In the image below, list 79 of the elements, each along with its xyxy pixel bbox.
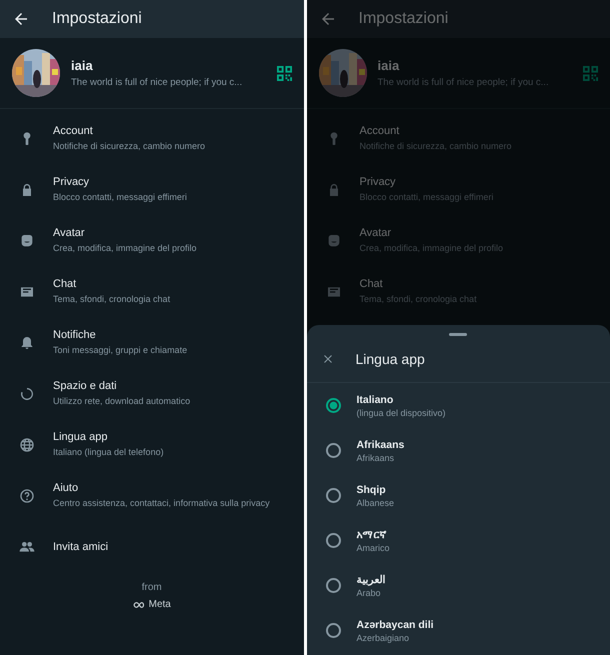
language-name: Shqip (356, 484, 387, 496)
language-name: አማርኛ (356, 528, 388, 540)
settings-item[interactable]: Account Notifiche di sicurezza, cambio numero (306, 113, 610, 164)
item-subtitle: Notifiche di sicurezza, cambio numero (360, 140, 512, 152)
brand-name: Meta (148, 599, 171, 610)
bell-icon (19, 334, 35, 350)
settings-item[interactable]: Chat Tema, sfondi, cronologia chat (0, 266, 304, 317)
radio-button[interactable] (326, 623, 340, 638)
settings-item[interactable]: Avatar Crea, modifica, immagine del profilo (306, 215, 610, 266)
item-subtitle: Blocco contatti, messaggi effimeri (360, 191, 494, 203)
language-detail: (lingua del dispositivo) (356, 408, 446, 418)
language-detail: Amarico (356, 542, 390, 552)
profile-name: iaia (71, 58, 94, 73)
item-title: Chat (360, 278, 384, 290)
globe-icon (19, 436, 35, 452)
settings-item[interactable]: Privacy Blocco contatti, messaggi effimeri (306, 164, 610, 215)
drag-handle[interactable] (449, 333, 468, 336)
settings-item[interactable]: Privacy Blocco contatti, messaggi effimeri (0, 164, 304, 215)
item-title: Avatar (360, 227, 392, 239)
settings-item[interactable]: Account Notifiche di sicurezza, cambio numero (0, 113, 304, 164)
language-name: Azərbaycan dili (356, 618, 434, 630)
settings-item[interactable]: Chat Tema, sfondi, cronologia chat (306, 266, 610, 317)
item-title: Invita amici (53, 540, 108, 552)
settings-item[interactable]: Spazio e dati Utilizzo rete, download automatico (0, 368, 304, 419)
radio-button[interactable] (326, 443, 340, 458)
language-detail: Azerbaigiano (356, 632, 410, 642)
settings-item[interactable]: Aiuto Centro assistenza, contattaci, informativa sulla privacy (0, 470, 304, 521)
settings-item[interactable]: Avatar Crea, modifica, immagine del profilo (0, 215, 304, 266)
item-title: Spazio e dati (53, 380, 118, 392)
item-title: Account (53, 125, 94, 137)
language-option[interactable]: Italiano (lingua del dispositivo) (306, 383, 610, 428)
item-subtitle: Blocco contatti, messaggi effimeri (53, 191, 187, 203)
screen-title: Impostazioni (52, 10, 142, 28)
item-title: Notifiche (53, 329, 97, 341)
radio-button[interactable] (326, 578, 340, 593)
item-subtitle: Crea, modifica, immagine del profilo (53, 242, 197, 254)
item-title: Privacy (360, 176, 397, 188)
settings-item[interactable]: Notifiche Toni messaggi, gruppi e chiamate (0, 317, 304, 368)
language-name: Italiano (356, 394, 394, 406)
language-detail: Afrikaans (356, 452, 396, 462)
language-option[interactable]: Shqip Albanese (306, 473, 610, 518)
profile-status: The world is full of nice people; if you c... (378, 77, 550, 88)
item-subtitle: Toni messaggi, gruppi e chiamate (53, 344, 188, 356)
language-detail: Albanese (356, 498, 394, 508)
language-name: Afrikaans (356, 438, 404, 450)
item-title: Privacy (53, 176, 90, 188)
language-name: العربية (356, 573, 386, 586)
item-subtitle: Notifiche di sicurezza, cambio numero (53, 140, 206, 152)
item-subtitle: Italiano (lingua del telefono) (53, 446, 164, 458)
help-icon (19, 488, 35, 504)
screen-title: Impostazioni (358, 10, 448, 28)
language-option[interactable]: አማርኛ Amarico (306, 518, 610, 563)
infinity-icon (132, 600, 147, 608)
settings-item[interactable]: Lingua app Italiano (lingua del telefono) (0, 419, 304, 470)
radio-button[interactable] (326, 533, 340, 548)
item-subtitle: Tema, sfondi, cronologia chat (360, 293, 477, 305)
language-option[interactable]: Afrikaans Afrikaans (306, 428, 610, 473)
item-subtitle: Centro assistenza, contattaci, informativa sulla privacy (53, 497, 270, 509)
item-subtitle: Tema, sfondi, cronologia chat (53, 293, 170, 305)
item-title: Account (360, 125, 400, 137)
item-title: Lingua app (53, 431, 108, 443)
item-subtitle: Utilizzo rete, download automatico (53, 395, 190, 407)
close-icon[interactable] (322, 353, 334, 365)
item-title: Aiuto (53, 482, 80, 494)
item-subtitle: Crea, modifica, immagine del profilo (360, 242, 504, 254)
radio-button[interactable] (326, 488, 340, 503)
avatar-icon (326, 232, 342, 248)
profile-name: iaia (378, 58, 400, 73)
settings-item[interactable]: Invita amici (0, 521, 304, 572)
item-title: Avatar (53, 227, 86, 239)
radio-button[interactable] (326, 398, 340, 413)
sheet-title: Lingua app (356, 351, 425, 367)
qr-code-icon[interactable] (276, 66, 292, 80)
from-label: from (142, 582, 162, 593)
avatar-icon (19, 232, 35, 248)
item-title: Chat (53, 278, 78, 290)
language-option[interactable]: Azərbaycan dili Azerbaigiano (306, 608, 610, 653)
profile-status: The world is full of nice people; if you c... (71, 77, 244, 88)
language-detail: Arabo (356, 588, 382, 598)
